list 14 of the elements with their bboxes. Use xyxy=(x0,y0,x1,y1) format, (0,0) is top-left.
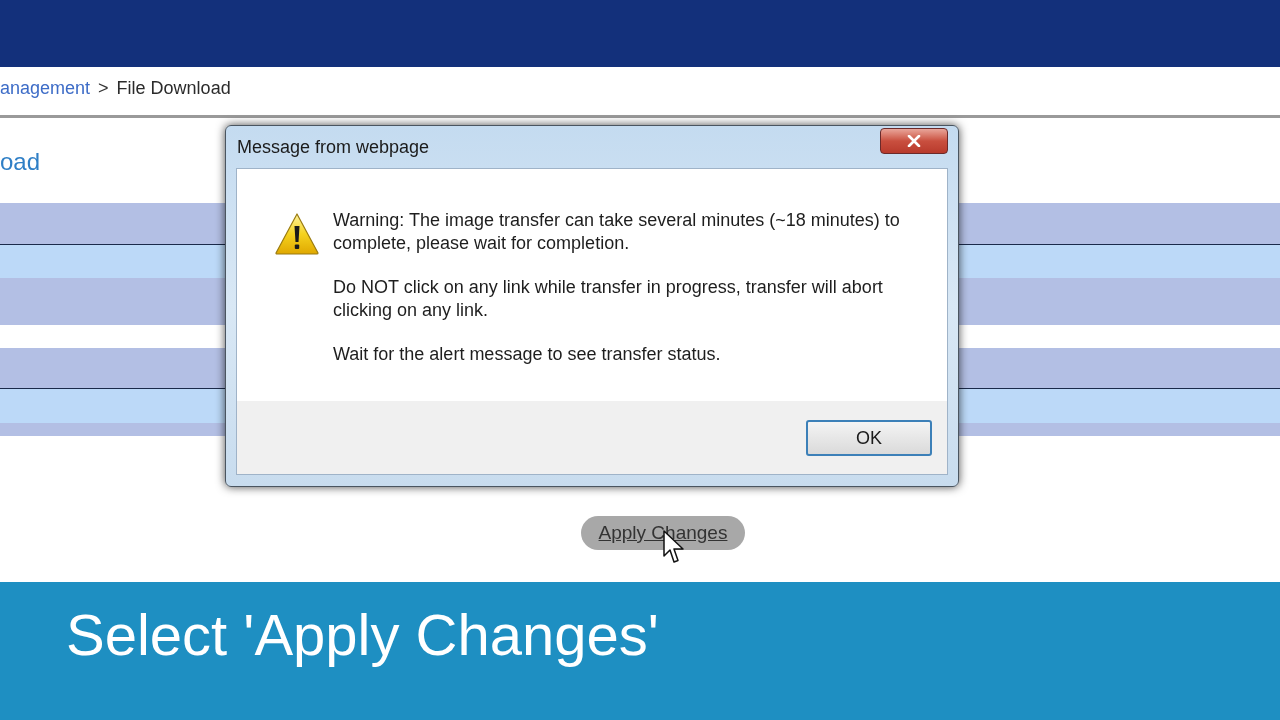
breadcrumb-separator: > xyxy=(98,76,109,100)
breadcrumb-link[interactable]: anagement xyxy=(0,74,91,102)
ok-button[interactable]: OK xyxy=(806,420,932,456)
breadcrumb-current: File Download xyxy=(116,76,231,100)
apply-changes-button[interactable]: Apply Changes xyxy=(581,516,745,550)
caption-text: Select 'Apply Changes' xyxy=(66,604,659,666)
dialog-message: Warning: The image transfer can take several minutes (~18 minutes) to complete, please wait for completion. xyxy=(333,209,901,255)
close-icon xyxy=(907,135,921,147)
dialog-message: Do NOT click on any link while transfer in progress, transfer will abort clicking on any link. xyxy=(333,276,884,322)
page-heading: oad xyxy=(0,147,41,177)
dialog-title: Message from webpage xyxy=(236,135,430,159)
close-button[interactable] xyxy=(880,128,948,154)
dialog-message: Wait for the alert message to see transfer status. xyxy=(333,343,722,366)
warning-icon xyxy=(275,213,319,255)
